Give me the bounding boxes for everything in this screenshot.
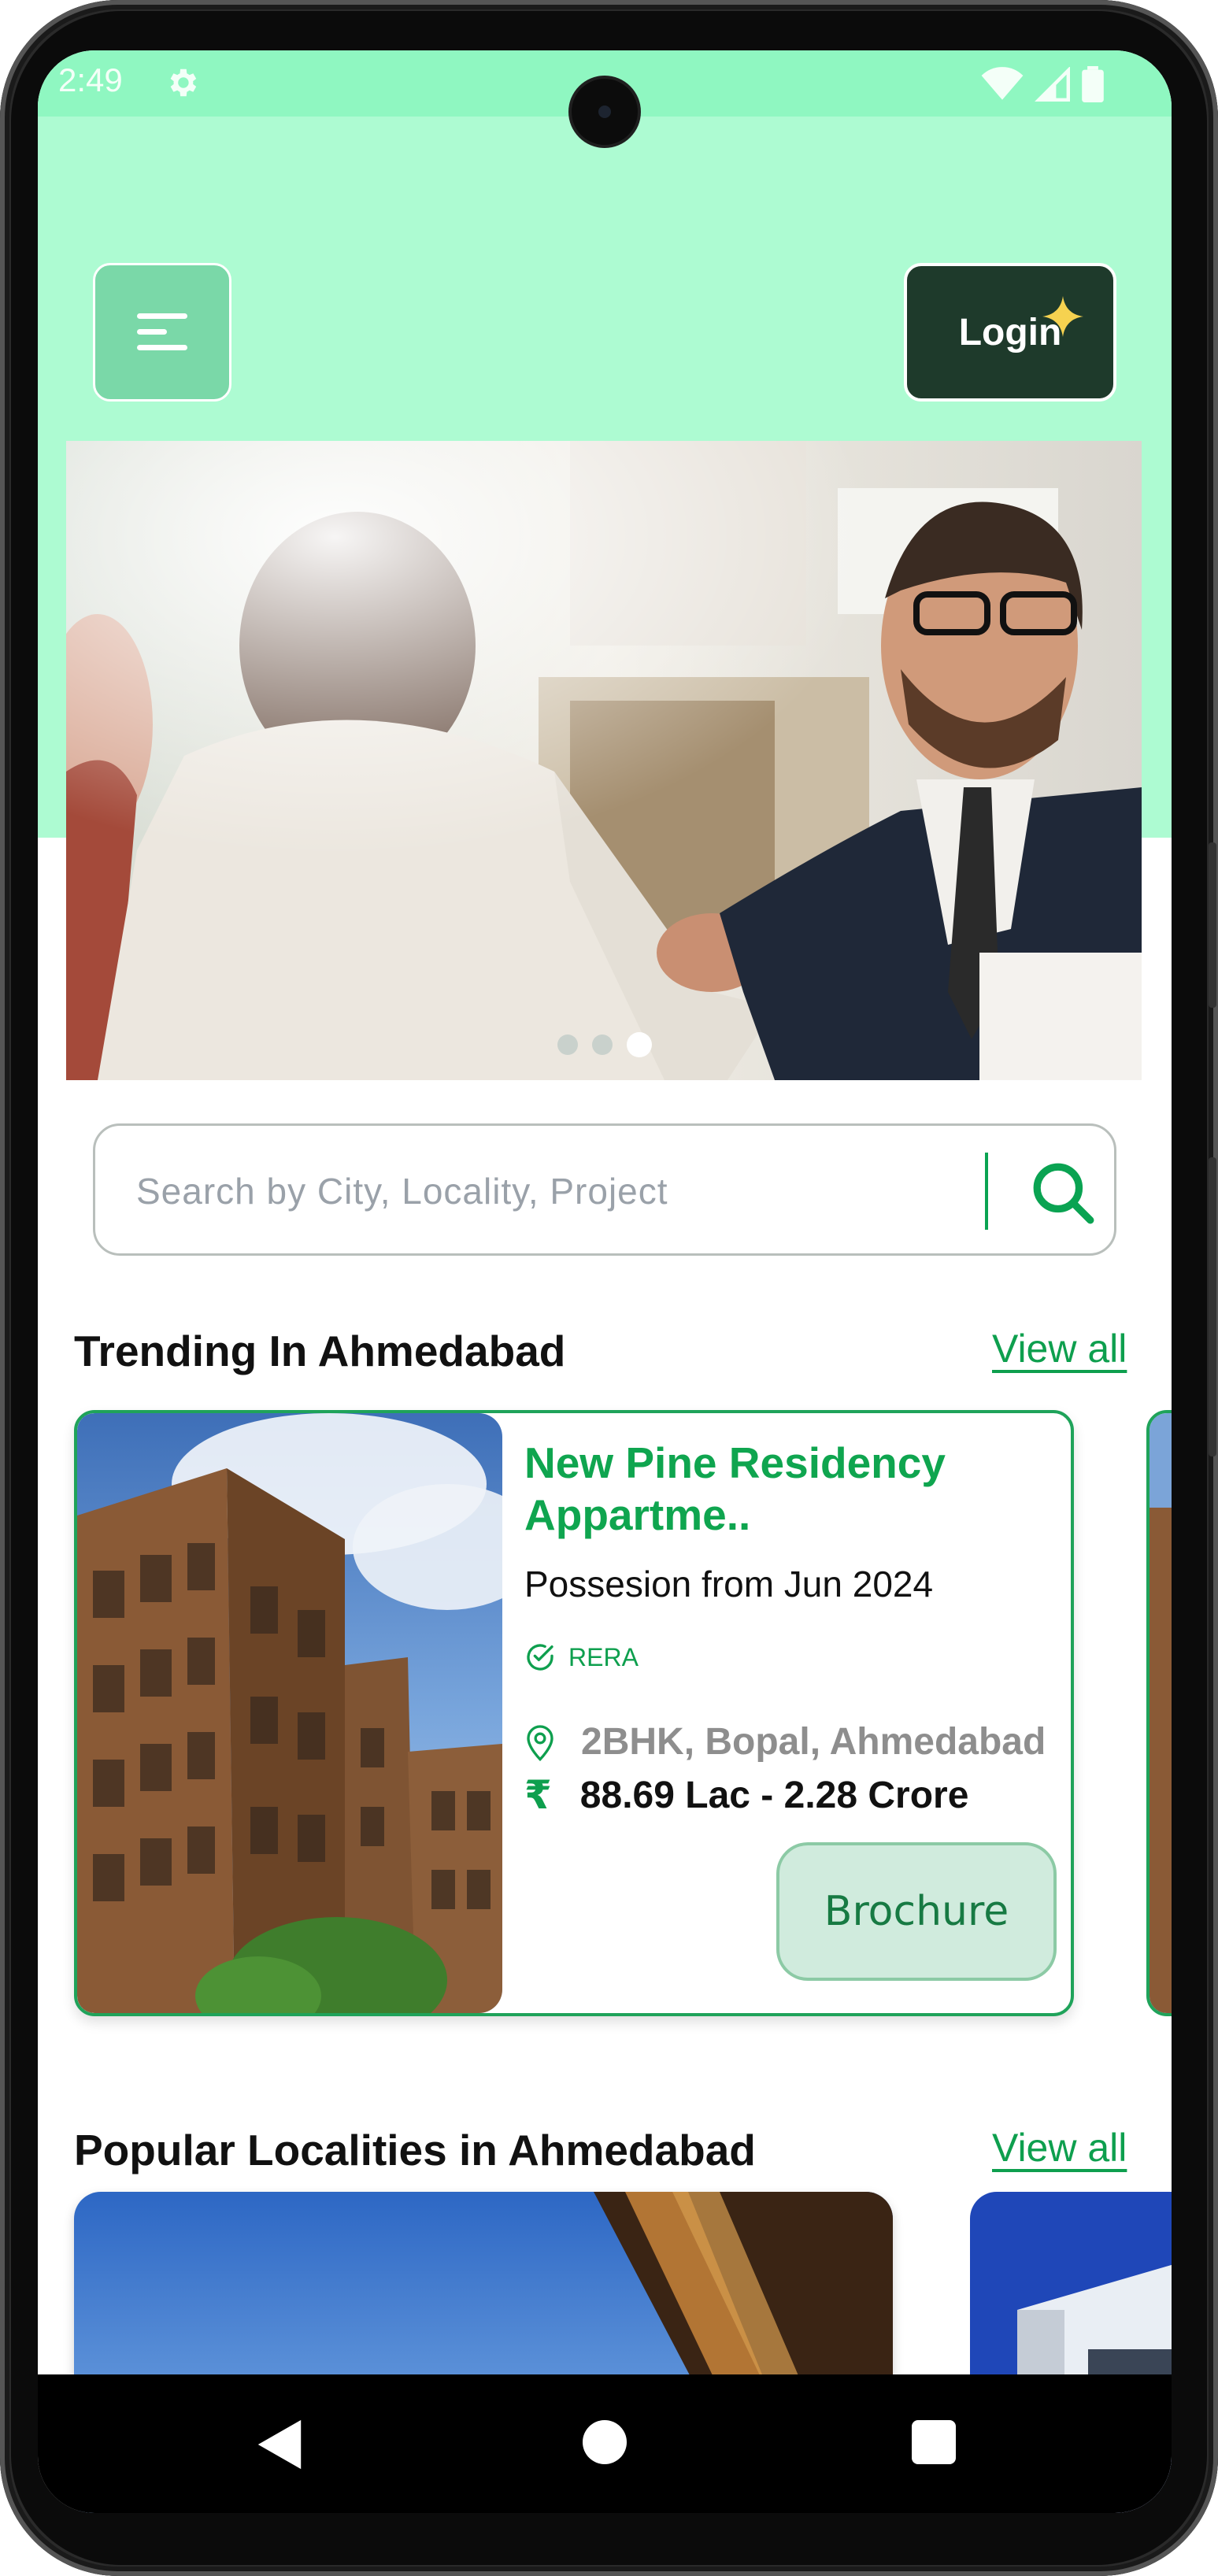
- back-icon[interactable]: [254, 2417, 305, 2472]
- carousel-dot-active[interactable]: [627, 1032, 652, 1057]
- search-divider: [985, 1153, 988, 1230]
- location-pin-icon: [527, 1724, 553, 1761]
- localities-section-title: Popular Localities in Ahmedabad: [74, 2126, 756, 2174]
- possession-date: Possesion from Jun 2024: [524, 1564, 934, 1604]
- next-property-image: [1150, 1413, 1172, 2013]
- localities-view-all-link[interactable]: View all: [992, 2125, 1127, 2171]
- signal-icon: [1035, 67, 1070, 102]
- property-title[interactable]: New Pine Residency Appartme..: [524, 1437, 1060, 1541]
- check-circle-icon: [527, 1644, 553, 1671]
- building-photo: [77, 1413, 502, 2013]
- next-property-card[interactable]: [1146, 1410, 1172, 2016]
- menu-button[interactable]: [93, 263, 231, 402]
- volume-button: [1209, 842, 1216, 1008]
- location-row: 2BHK, Bopal, Ahmedabad: [524, 1720, 1046, 1764]
- brochure-button[interactable]: Brochure: [776, 1842, 1057, 1981]
- search-icon[interactable]: [1031, 1160, 1095, 1225]
- property-location: 2BHK, Bopal, Ahmedabad: [581, 1721, 1046, 1763]
- handshake-photo: [66, 441, 1142, 1080]
- front-camera: [572, 79, 638, 145]
- app-screen: 2:49 Login Search by City, Locality, Pro…: [38, 50, 1172, 2513]
- trending-view-all-link[interactable]: View all: [992, 1326, 1127, 1371]
- login-button[interactable]: Login: [904, 263, 1116, 402]
- price-row: ₹ 88.69 Lac - 2.28 Crore: [524, 1772, 968, 1818]
- property-image[interactable]: [77, 1413, 502, 2013]
- settings-icon: [170, 68, 197, 97]
- property-price: 88.69 Lac - 2.28 Crore: [579, 1774, 969, 1816]
- status-icons: [981, 66, 1104, 102]
- carousel-dot[interactable]: [557, 1034, 578, 1055]
- hero-banner-image[interactable]: [66, 441, 1142, 1080]
- carousel-indicator[interactable]: [557, 1032, 652, 1057]
- menu-icon: [137, 313, 187, 350]
- status-time: 2:49: [58, 61, 123, 98]
- rera-badge: RERA: [524, 1641, 639, 1673]
- carousel-dot[interactable]: [592, 1034, 613, 1055]
- property-card[interactable]: New Pine Residency Appartme.. Possesion …: [74, 1410, 1074, 2016]
- battery-icon: [1082, 66, 1104, 102]
- search-input[interactable]: [135, 1165, 862, 1217]
- brochure-label: Brochure: [824, 1888, 1009, 1935]
- rupee-icon: ₹: [524, 1773, 552, 1817]
- trending-section-title: Trending In Ahmedabad: [74, 1327, 566, 1375]
- system-navigation-bar: [38, 2374, 1172, 2513]
- home-icon[interactable]: [583, 2420, 627, 2464]
- wifi-icon: [981, 67, 1024, 100]
- rera-label: RERA: [568, 1642, 639, 1671]
- recent-apps-icon[interactable]: [912, 2420, 956, 2464]
- power-button: [1209, 1157, 1216, 1456]
- search-bar[interactable]: [93, 1123, 1116, 1256]
- sparkle-icon: [1042, 296, 1083, 337]
